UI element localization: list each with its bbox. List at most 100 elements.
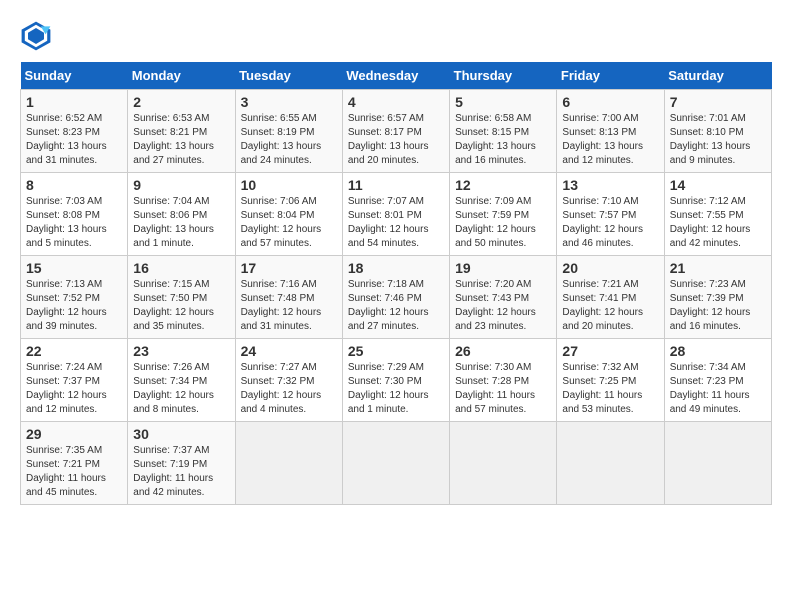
day-info: Sunrise: 7:29 AM Sunset: 7:30 PM Dayligh… xyxy=(348,361,444,417)
day-number: 10 xyxy=(241,177,337,193)
logo xyxy=(20,20,56,52)
day-number: 30 xyxy=(133,426,229,442)
day-number: 17 xyxy=(241,260,337,276)
calendar-table: SundayMondayTuesdayWednesdayThursdayFrid… xyxy=(20,62,772,505)
calendar-cell: 30 Sunrise: 7:37 AM Sunset: 7:19 PM Dayli… xyxy=(128,422,235,505)
day-number: 18 xyxy=(348,260,444,276)
day-number: 28 xyxy=(670,343,766,359)
day-number: 21 xyxy=(670,260,766,276)
day-number: 24 xyxy=(241,343,337,359)
calendar-cell: 5 Sunrise: 6:58 AM Sunset: 8:15 PM Daylig… xyxy=(450,90,557,173)
calendar-cell: 18 Sunrise: 7:18 AM Sunset: 7:46 PM Dayli… xyxy=(342,256,449,339)
day-info: Sunrise: 7:32 AM Sunset: 7:25 PM Dayligh… xyxy=(562,361,658,417)
day-info: Sunrise: 7:00 AM Sunset: 8:13 PM Dayligh… xyxy=(562,112,658,168)
day-info: Sunrise: 7:15 AM Sunset: 7:50 PM Dayligh… xyxy=(133,278,229,334)
calendar-cell xyxy=(342,422,449,505)
calendar-cell: 17Sunrise: 7:16 AM Sunset: 7:48 PM Dayli… xyxy=(235,256,342,339)
calendar-week-2: 8 Sunrise: 7:03 AM Sunset: 8:08 PM Daylig… xyxy=(21,173,772,256)
calendar-cell: 10Sunrise: 7:06 AM Sunset: 8:04 PM Dayli… xyxy=(235,173,342,256)
calendar-cell: 2 Sunrise: 6:53 AM Sunset: 8:21 PM Daylig… xyxy=(128,90,235,173)
calendar-cell xyxy=(235,422,342,505)
day-info: Sunrise: 7:21 AM Sunset: 7:41 PM Dayligh… xyxy=(562,278,658,334)
day-number: 1 xyxy=(26,94,122,110)
day-number: 22 xyxy=(26,343,122,359)
day-info: Sunrise: 7:12 AM Sunset: 7:55 PM Dayligh… xyxy=(670,195,766,251)
calendar-cell: 21 Sunrise: 7:23 AM Sunset: 7:39 PM Dayli… xyxy=(664,256,771,339)
day-info: Sunrise: 7:07 AM Sunset: 8:01 PM Dayligh… xyxy=(348,195,444,251)
calendar-header-row: SundayMondayTuesdayWednesdayThursdayFrid… xyxy=(21,62,772,90)
day-info: Sunrise: 7:13 AM Sunset: 7:52 PM Dayligh… xyxy=(26,278,122,334)
calendar-cell xyxy=(450,422,557,505)
day-number: 12 xyxy=(455,177,551,193)
calendar-cell: 16 Sunrise: 7:15 AM Sunset: 7:50 PM Dayli… xyxy=(128,256,235,339)
calendar-cell: 24 Sunrise: 7:27 AM Sunset: 7:32 PM Dayli… xyxy=(235,339,342,422)
calendar-week-5: 29 Sunrise: 7:35 AM Sunset: 7:21 PM Dayli… xyxy=(21,422,772,505)
day-number: 3 xyxy=(241,94,337,110)
calendar-cell: 20 Sunrise: 7:21 AM Sunset: 7:41 PM Dayli… xyxy=(557,256,664,339)
day-info: Sunrise: 7:04 AM Sunset: 8:06 PM Dayligh… xyxy=(133,195,229,251)
calendar-cell: 25 Sunrise: 7:29 AM Sunset: 7:30 PM Dayli… xyxy=(342,339,449,422)
day-info: Sunrise: 7:09 AM Sunset: 7:59 PM Dayligh… xyxy=(455,195,551,251)
calendar-cell: 3Sunrise: 6:55 AM Sunset: 8:19 PM Daylig… xyxy=(235,90,342,173)
day-of-week-friday: Friday xyxy=(557,62,664,90)
header xyxy=(20,20,772,52)
calendar-week-3: 15Sunrise: 7:13 AM Sunset: 7:52 PM Dayli… xyxy=(21,256,772,339)
day-number: 19 xyxy=(455,260,551,276)
day-info: Sunrise: 6:53 AM Sunset: 8:21 PM Dayligh… xyxy=(133,112,229,168)
calendar-cell: 9 Sunrise: 7:04 AM Sunset: 8:06 PM Daylig… xyxy=(128,173,235,256)
calendar-cell: 27 Sunrise: 7:32 AM Sunset: 7:25 PM Dayli… xyxy=(557,339,664,422)
day-number: 2 xyxy=(133,94,229,110)
calendar-cell: 12 Sunrise: 7:09 AM Sunset: 7:59 PM Dayli… xyxy=(450,173,557,256)
day-number: 29 xyxy=(26,426,122,442)
calendar-cell: 29 Sunrise: 7:35 AM Sunset: 7:21 PM Dayli… xyxy=(21,422,128,505)
day-number: 16 xyxy=(133,260,229,276)
day-number: 7 xyxy=(670,94,766,110)
day-of-week-sunday: Sunday xyxy=(21,62,128,90)
calendar-cell xyxy=(557,422,664,505)
calendar-cell: 6Sunrise: 7:00 AM Sunset: 8:13 PM Daylig… xyxy=(557,90,664,173)
calendar-cell: 19Sunrise: 7:20 AM Sunset: 7:43 PM Dayli… xyxy=(450,256,557,339)
calendar-cell: 23Sunrise: 7:26 AM Sunset: 7:34 PM Dayli… xyxy=(128,339,235,422)
calendar-week-1: 1Sunrise: 6:52 AM Sunset: 8:23 PM Daylig… xyxy=(21,90,772,173)
calendar-cell: 4Sunrise: 6:57 AM Sunset: 8:17 PM Daylig… xyxy=(342,90,449,173)
day-info: Sunrise: 7:24 AM Sunset: 7:37 PM Dayligh… xyxy=(26,361,122,417)
day-info: Sunrise: 7:03 AM Sunset: 8:08 PM Dayligh… xyxy=(26,195,122,251)
day-of-week-tuesday: Tuesday xyxy=(235,62,342,90)
day-number: 13 xyxy=(562,177,658,193)
day-info: Sunrise: 7:35 AM Sunset: 7:21 PM Dayligh… xyxy=(26,444,122,500)
day-of-week-monday: Monday xyxy=(128,62,235,90)
day-number: 11 xyxy=(348,177,444,193)
calendar-cell: 26 Sunrise: 7:30 AM Sunset: 7:28 PM Dayli… xyxy=(450,339,557,422)
day-info: Sunrise: 7:23 AM Sunset: 7:39 PM Dayligh… xyxy=(670,278,766,334)
day-number: 9 xyxy=(133,177,229,193)
day-number: 20 xyxy=(562,260,658,276)
day-info: Sunrise: 6:57 AM Sunset: 8:17 PM Dayligh… xyxy=(348,112,444,168)
calendar-cell: 11 Sunrise: 7:07 AM Sunset: 8:01 PM Dayli… xyxy=(342,173,449,256)
day-of-week-thursday: Thursday xyxy=(450,62,557,90)
day-info: Sunrise: 7:10 AM Sunset: 7:57 PM Dayligh… xyxy=(562,195,658,251)
calendar-cell: 28Sunrise: 7:34 AM Sunset: 7:23 PM Dayli… xyxy=(664,339,771,422)
day-number: 25 xyxy=(348,343,444,359)
calendar-cell xyxy=(664,422,771,505)
day-number: 23 xyxy=(133,343,229,359)
logo-icon xyxy=(20,20,52,52)
calendar-cell: 13 Sunrise: 7:10 AM Sunset: 7:57 PM Dayli… xyxy=(557,173,664,256)
day-info: Sunrise: 7:18 AM Sunset: 7:46 PM Dayligh… xyxy=(348,278,444,334)
calendar-cell: 22 Sunrise: 7:24 AM Sunset: 7:37 PM Dayli… xyxy=(21,339,128,422)
day-number: 5 xyxy=(455,94,551,110)
day-info: Sunrise: 7:27 AM Sunset: 7:32 PM Dayligh… xyxy=(241,361,337,417)
day-info: Sunrise: 7:30 AM Sunset: 7:28 PM Dayligh… xyxy=(455,361,551,417)
calendar-week-4: 22 Sunrise: 7:24 AM Sunset: 7:37 PM Dayli… xyxy=(21,339,772,422)
calendar-cell: 7Sunrise: 7:01 AM Sunset: 8:10 PM Daylig… xyxy=(664,90,771,173)
day-of-week-wednesday: Wednesday xyxy=(342,62,449,90)
day-number: 8 xyxy=(26,177,122,193)
day-number: 27 xyxy=(562,343,658,359)
day-info: Sunrise: 7:37 AM Sunset: 7:19 PM Dayligh… xyxy=(133,444,229,500)
day-number: 26 xyxy=(455,343,551,359)
calendar-cell: 14Sunrise: 7:12 AM Sunset: 7:55 PM Dayli… xyxy=(664,173,771,256)
calendar-cell: 8 Sunrise: 7:03 AM Sunset: 8:08 PM Daylig… xyxy=(21,173,128,256)
calendar-cell: 15Sunrise: 7:13 AM Sunset: 7:52 PM Dayli… xyxy=(21,256,128,339)
day-of-week-saturday: Saturday xyxy=(664,62,771,90)
calendar-cell: 1Sunrise: 6:52 AM Sunset: 8:23 PM Daylig… xyxy=(21,90,128,173)
day-info: Sunrise: 6:58 AM Sunset: 8:15 PM Dayligh… xyxy=(455,112,551,168)
